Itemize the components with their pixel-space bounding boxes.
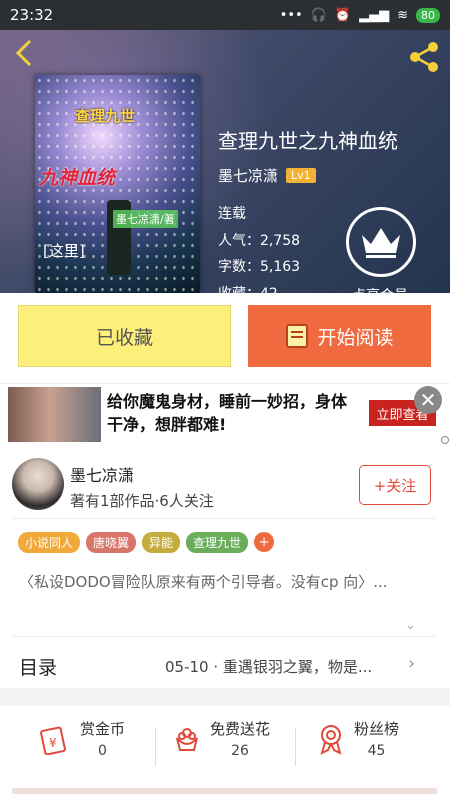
book-info-panel: 墨七凉潇 著有1部作品·6人关注 +关注 小说同人 唐晓翼 异能 查理九世 + … (0, 448, 450, 800)
cover-title: 查理九世 (75, 107, 136, 125)
flower-icon (176, 727, 198, 751)
crown-icon (362, 228, 400, 258)
book-description[interactable]: 〈私设DODO冒险队原来有两个引导者。没有cp 向〉... (19, 571, 429, 593)
cover-author: 墨七凉潇/著 (113, 210, 178, 228)
start-reading-button[interactable]: 开始阅读 (248, 305, 431, 367)
bottom-divider (12, 788, 437, 794)
coin-icon: ¥ (40, 726, 66, 755)
send-flower-button[interactable]: 免费送花 26 (172, 718, 270, 759)
toc-latest-chapter: 05-10 · 重遇银羽之翼，物是... (165, 658, 373, 676)
start-reading-label: 开始阅读 (317, 326, 394, 349)
book-title: 查理九世之九神血统 (218, 129, 398, 153)
headset-icon: 🎧 (310, 7, 327, 23)
medal-icon (320, 724, 342, 755)
serial-status: 连载 (218, 206, 246, 222)
book-icon (286, 324, 309, 348)
tag-item[interactable]: 唐晓翼 (86, 532, 137, 553)
close-icon[interactable]: ✕ (414, 386, 442, 414)
vip-label: 点亮会员 (352, 285, 408, 293)
divider (12, 636, 437, 637)
book-meta: 连载 人气：2,758 字数：5,163 收藏：42 (218, 201, 300, 293)
more-icon: ••• (279, 7, 303, 23)
stat-value: 0 (98, 743, 107, 759)
signal-icon: ▂▄▆ (359, 7, 390, 23)
stat-label: 免费送花 (210, 720, 271, 738)
battery-indicator: 80 (416, 7, 440, 23)
ad-text: 给你魔鬼身材，睡前一妙招，身体干净，想胖都难! (107, 392, 348, 434)
author-card-name: 墨七凉潇 (70, 466, 135, 485)
back-button[interactable] (10, 38, 40, 68)
tag-list: 小说同人 唐晓翼 异能 查理九世 + (18, 532, 275, 553)
author-card-meta: 著有1部作品·6人关注 (70, 492, 214, 510)
coin-reward-button[interactable]: ¥ 赏金币 0 (40, 718, 125, 759)
word-count: 字数：5,163 (218, 259, 301, 275)
chevron-right-icon: › (408, 653, 416, 674)
author-name: 墨七凉潇 (218, 167, 279, 185)
stat-value: 45 (367, 743, 386, 759)
stat-label: 粉丝榜 (354, 720, 400, 738)
author-row[interactable]: 墨七凉潇 Lv1 (218, 165, 316, 186)
fan-ranking-button[interactable]: 粉丝榜 45 (316, 718, 399, 759)
status-time: 23:32 (10, 6, 54, 24)
chevron-left-icon (15, 39, 32, 67)
section-gap (0, 688, 450, 706)
vip-button[interactable] (346, 207, 416, 277)
book-cover[interactable]: 查理九世 九神血统 墨七凉潇/著 [这里] (35, 75, 200, 293)
cover-here-text: [这里] (43, 242, 85, 260)
svg-text:¥: ¥ (49, 736, 57, 750)
share-icon (410, 42, 438, 72)
ad-image (8, 387, 101, 442)
status-icons: ••• 🎧 ⏰ ▂▄▆ ≋ 80 (279, 7, 440, 23)
divider (295, 728, 296, 766)
alarm-icon: ⏰ (334, 7, 352, 23)
follow-button[interactable]: +关注 (359, 465, 431, 505)
tag-item[interactable]: 异能 (142, 532, 181, 553)
divider (12, 518, 437, 519)
collected-button[interactable]: 已收藏 (18, 305, 231, 367)
book-hero: 查理九世 九神血统 墨七凉潇/著 [这里] 查理九世之九神血统 墨七凉潇 Lv1… (0, 30, 450, 293)
tag-item[interactable]: 小说同人 (18, 532, 81, 553)
divider (155, 728, 156, 766)
level-badge: Lv1 (286, 168, 316, 183)
chevron-down-icon[interactable]: ⌄ (405, 618, 416, 633)
stats-bar: ¥ 赏金币 0 免费送花 26 粉丝榜 45 (0, 706, 450, 800)
favorites-count: 收藏：42 (218, 281, 300, 294)
stat-value: 26 (231, 743, 249, 759)
avatar[interactable] (12, 458, 64, 510)
action-bar: 已收藏 开始阅读 (0, 293, 450, 383)
toc-label: 目录 (19, 657, 58, 679)
wifi-icon: ≋ (397, 7, 408, 23)
ad-info-icon (441, 436, 449, 444)
more-tags-button[interactable]: + (254, 532, 275, 552)
share-button[interactable] (408, 42, 440, 76)
popularity: 人气：2,758 (218, 232, 301, 249)
ad-banner[interactable]: 给你魔鬼身材，睡前一妙招，身体干净，想胖都难! 立即查看 ✕ (0, 383, 450, 448)
status-bar: 23:32 ••• 🎧 ⏰ ▂▄▆ ≋ 80 (0, 0, 450, 30)
tag-item[interactable]: 查理九世 (186, 532, 249, 553)
stat-label: 赏金币 (80, 720, 126, 738)
cover-subtitle: 九神血统 (39, 167, 116, 189)
